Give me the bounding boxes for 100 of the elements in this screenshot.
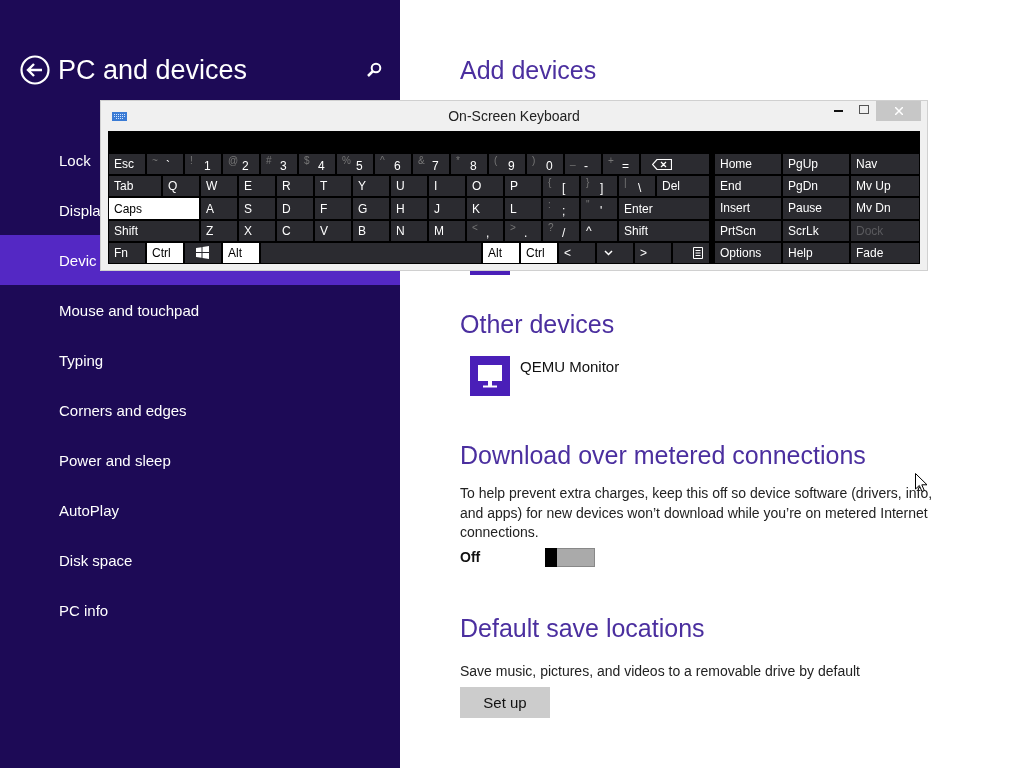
keyboard-key[interactable]: Shift xyxy=(108,219,200,242)
keyboard-key[interactable]: PgUp xyxy=(782,153,850,176)
keyboard-key[interactable]: I xyxy=(428,175,466,198)
back-icon[interactable] xyxy=(20,55,50,85)
keyboard-key[interactable]: < , xyxy=(466,219,504,242)
keyboard-key[interactable]: A xyxy=(200,197,238,220)
keyboard-key[interactable]: ! 1 xyxy=(184,153,222,176)
keyboard-key[interactable]: D xyxy=(276,197,314,220)
keyboard-key[interactable]: H xyxy=(390,197,428,220)
keyboard-key[interactable]: Help xyxy=(782,241,850,264)
keyboard-key[interactable]: O xyxy=(466,175,504,198)
keyboard-key[interactable]: Ctrl xyxy=(146,241,184,264)
keyboard-key[interactable]: PgDn xyxy=(782,175,850,198)
keyboard-key[interactable]: Insert xyxy=(714,197,782,220)
keyboard-key[interactable]: K xyxy=(466,197,504,220)
keyboard-key[interactable]: End xyxy=(714,175,782,198)
keyboard-key[interactable]: % 5 xyxy=(336,153,374,176)
keyboard-key[interactable]: Home xyxy=(714,153,782,176)
keyboard-key[interactable]: Del xyxy=(656,175,710,198)
keyboard-key[interactable]: * 8 xyxy=(450,153,488,176)
keyboard-key[interactable]: L xyxy=(504,197,542,220)
keyboard-key[interactable]: ScrLk xyxy=(782,219,850,242)
keyboard-key[interactable]: Fn xyxy=(108,241,146,264)
keyboard-key[interactable]: Options xyxy=(714,241,782,264)
keyboard-key[interactable]: N xyxy=(390,219,428,242)
keyboard-key[interactable]: U xyxy=(390,175,428,198)
keyboard-key[interactable]: Tab xyxy=(108,175,162,198)
sidebar-item[interactable]: Disk space xyxy=(0,535,400,585)
keyboard-key[interactable]: > . xyxy=(504,219,542,242)
keyboard-key[interactable]: V xyxy=(314,219,352,242)
keyboard-key[interactable]: R xyxy=(276,175,314,198)
keyboard-key[interactable]: Fade xyxy=(850,241,920,264)
keyboard-key[interactable]: W xyxy=(200,175,238,198)
keyboard-key[interactable]: : ; xyxy=(542,197,580,220)
keyboard-key[interactable]: Alt xyxy=(222,241,260,264)
keyboard-icon xyxy=(112,111,127,121)
keyboard-key[interactable]: " ' xyxy=(580,197,618,220)
keyboard-key[interactable]: C xyxy=(276,219,314,242)
keyboard-key[interactable]: Shift xyxy=(618,219,710,242)
sidebar-item[interactable]: Typing xyxy=(0,335,400,385)
page-title: PC and devices xyxy=(58,54,249,86)
set-up-button[interactable]: Set up xyxy=(460,687,550,718)
keyboard-key[interactable]: X xyxy=(238,219,276,242)
keyboard-key[interactable]: $ 4 xyxy=(298,153,336,176)
keyboard-key[interactable]: @ 2 xyxy=(222,153,260,176)
backspace-key[interactable] xyxy=(640,153,710,176)
keyboard-key[interactable]: ? / xyxy=(542,219,580,242)
keyboard-key[interactable]: G xyxy=(352,197,390,220)
keyboard-key[interactable]: # 3 xyxy=(260,153,298,176)
keyboard-key[interactable]: Mv Up xyxy=(850,175,920,198)
keyboard-key[interactable]: { [ xyxy=(542,175,580,198)
window-title: On-Screen Keyboard xyxy=(447,108,581,124)
maximize-icon[interactable] xyxy=(859,104,869,114)
keyboard-key[interactable]: Z xyxy=(200,219,238,242)
windows-key[interactable] xyxy=(184,241,222,264)
keyboard-key[interactable]: ( 9 xyxy=(488,153,526,176)
toggle-switch[interactable] xyxy=(545,547,595,567)
keyboard-key[interactable]: < xyxy=(558,241,596,264)
keyboard-key[interactable]: _ - xyxy=(564,153,602,176)
keyboard-key[interactable]: > xyxy=(634,241,672,264)
keyboard-key[interactable]: ~ ` xyxy=(146,153,184,176)
keyboard-key[interactable]: M xyxy=(428,219,466,242)
down-arrow-key[interactable] xyxy=(596,241,634,264)
keyboard-key[interactable]: ^ xyxy=(580,219,618,242)
keyboard-key[interactable]: Pause xyxy=(782,197,850,220)
device-name[interactable]: QEMU Monitor xyxy=(520,358,620,375)
keyboard-key[interactable]: ^ 6 xyxy=(374,153,412,176)
keyboard-key[interactable]: ) 0 xyxy=(526,153,564,176)
keyboard-key[interactable]: } ] xyxy=(580,175,618,198)
keyboard-key[interactable]: & 7 xyxy=(412,153,450,176)
keyboard-key[interactable]: Q xyxy=(162,175,200,198)
keyboard-key[interactable]: | \ xyxy=(618,175,656,198)
keyboard-key[interactable]: S xyxy=(238,197,276,220)
keyboard-key[interactable]: F xyxy=(314,197,352,220)
close-icon xyxy=(894,107,903,115)
sidebar-item[interactable]: Corners and edges xyxy=(0,385,400,435)
keyboard-key[interactable]: Caps xyxy=(108,197,200,220)
keyboard-key[interactable]: Nav xyxy=(850,153,920,176)
keyboard-key[interactable]: E xyxy=(238,175,276,198)
keyboard-key[interactable]: T xyxy=(314,175,352,198)
keyboard-key[interactable]: PrtScn xyxy=(714,219,782,242)
sidebar-item[interactable]: PC info xyxy=(0,585,400,635)
keyboard-key[interactable]: Ctrl xyxy=(520,241,558,264)
keyboard-key[interactable]: + = xyxy=(602,153,640,176)
keyboard-key[interactable]: Enter xyxy=(618,197,710,220)
menu-key[interactable] xyxy=(672,241,710,264)
description-text: To help prevent extra charges, keep this off so device software (drivers, info, and apps) for new devices won’t download while you’re on metered Internet connections. xyxy=(460,484,934,542)
sidebar-item[interactable]: Mouse and touchpad xyxy=(0,285,400,335)
keyboard-key[interactable]: P xyxy=(504,175,542,198)
sidebar-item[interactable]: Power and sleep xyxy=(0,435,400,485)
keyboard-key[interactable]: B xyxy=(352,219,390,242)
section-heading: Other devices xyxy=(460,310,616,339)
search-icon[interactable] xyxy=(366,62,382,78)
sidebar-item[interactable]: AutoPlay xyxy=(0,485,400,535)
minimize-icon[interactable] xyxy=(833,110,843,112)
section-heading: Add devices xyxy=(460,56,598,85)
keyboard-key[interactable]: J xyxy=(428,197,466,220)
keyboard-key[interactable]: Y xyxy=(352,175,390,198)
keyboard-key[interactable]: Esc xyxy=(108,153,146,176)
keyboard-key[interactable]: Mv Dn xyxy=(850,197,920,220)
